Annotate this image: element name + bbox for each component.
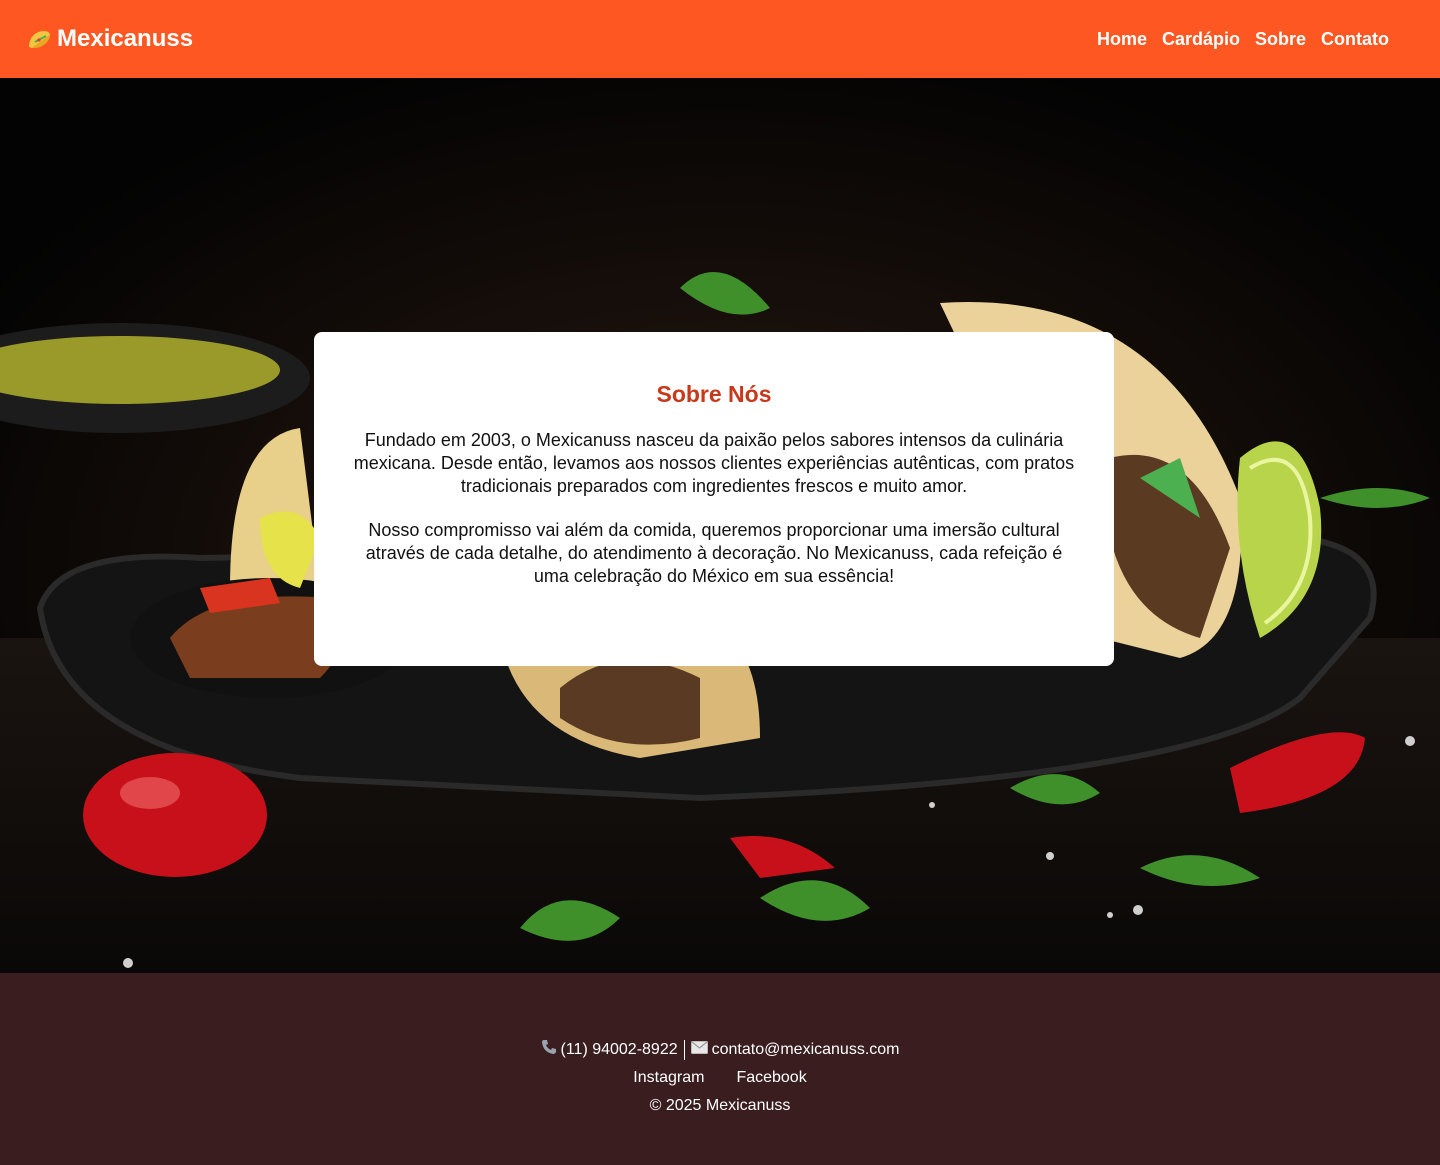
divider xyxy=(683,1040,685,1060)
about-paragraph-1: Fundado em 2003, o Mexicanuss nasceu da … xyxy=(353,430,1075,496)
about-title: Sobre Nós xyxy=(656,381,772,407)
taco-icon xyxy=(26,28,52,50)
main-nav: Home Cardápio Sobre Contato xyxy=(1097,29,1389,50)
phone-number[interactable]: (11) 94002-8922 xyxy=(561,1040,678,1060)
nav-sobre[interactable]: Sobre xyxy=(1255,29,1306,50)
nav-contato[interactable]: Contato xyxy=(1321,29,1389,50)
social-links: Instagram Facebook xyxy=(0,1068,1440,1088)
instagram-link[interactable]: Instagram xyxy=(633,1068,704,1088)
brand-name: Mexicanuss xyxy=(57,25,194,52)
brand-logo[interactable]: Mexicanuss xyxy=(26,25,193,53)
nav-cardapio[interactable]: Cardápio xyxy=(1162,29,1240,50)
phone-icon xyxy=(541,1039,557,1061)
about-paragraph-2: Nosso compromisso vai além da comida, qu… xyxy=(365,520,1063,586)
nav-home[interactable]: Home xyxy=(1097,29,1147,50)
site-footer: (11) 94002-8922 contato@mexicanuss.com I… xyxy=(0,973,1440,1165)
copyright: © 2025 Mexicanuss xyxy=(649,1097,791,1114)
site-header: Mexicanuss Home Cardápio Sobre Contato xyxy=(0,0,1440,78)
envelope-icon xyxy=(690,1040,708,1060)
contact-info: (11) 94002-8922 contato@mexicanuss.com xyxy=(0,1039,1440,1061)
facebook-link[interactable]: Facebook xyxy=(736,1068,806,1088)
about-card: Sobre Nós Fundado em 2003, o Mexicanuss … xyxy=(314,332,1114,666)
email-address[interactable]: contato@mexicanuss.com xyxy=(712,1040,900,1060)
